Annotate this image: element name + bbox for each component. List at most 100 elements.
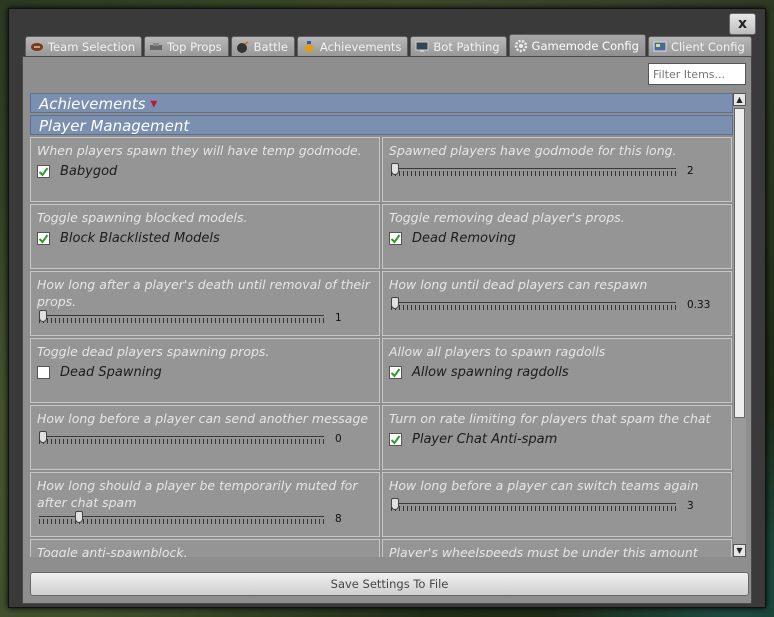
setting-description: How long before a player can send anothe… [37,411,369,426]
setting-description: How long should a player be temporarily … [37,478,358,510]
setting-cell: How long before a player can send anothe… [30,405,380,470]
checkbox-label: Dead Removing [412,231,516,246]
car-icon [149,41,163,53]
section-header-player-management[interactable]: Player Management [30,115,733,135]
setting-cell: Toggle dead players spawning props. Dead … [30,338,380,403]
slider-value: 0.33 [687,299,711,311]
tab-top-props[interactable]: Top Props [144,36,229,56]
gear-icon [514,39,528,52]
vertical-scrollbar[interactable]: ▲ ▼ [733,93,746,557]
checkbox-row[interactable]: Dead Removing [389,231,725,246]
football-icon [30,41,44,53]
slider-row: 3 [389,498,725,512]
tab-team-selection[interactable]: Team Selection [25,36,143,56]
tab-client-config[interactable]: Client Config [647,36,752,56]
setting-cell: How long after a player's death until re… [30,271,380,336]
setting-cell: Toggle spawning blocked models. Block Bla… [30,204,380,269]
settings-list: Achievements ▼ Player Management When pl… [30,93,733,557]
slider-knob[interactable] [391,163,399,175]
checkbox-row[interactable]: Player Chat Anti-spam [389,432,725,447]
tab-bot-pathing[interactable]: Bot Pathing [410,36,507,56]
client-icon [653,41,667,53]
scroll-thumb[interactable] [734,108,745,418]
setting-cell: How long before a player can switch team… [382,472,732,537]
checkbox-row[interactable]: Dead Spawning [37,365,373,380]
slider-track [391,168,676,169]
checkmark-icon [38,167,49,177]
tab-label: Top Props [167,39,222,54]
slider-ticks [391,506,676,511]
checkbox-row[interactable]: Block Blacklisted Models [37,231,373,246]
checkbox[interactable] [37,165,50,178]
collapse-arrow-icon: ▼ [150,99,158,110]
slider-track [391,302,676,303]
checkbox-label: Block Blacklisted Models [60,231,220,246]
checkbox-row[interactable]: Allow spawning ragdolls [389,365,725,380]
filter-items-input[interactable] [648,63,746,85]
monitor-icon [415,41,429,53]
setting-cell: Toggle anti-spawnblock. [30,539,380,557]
tab-label: Gamemode Config [531,38,639,53]
checkmark-icon [38,234,49,244]
slider-value: 1 [335,312,342,324]
slider-row: 2 [389,163,725,177]
setting-cell: Player's wheelspeeds must be under this … [382,539,732,557]
checkbox[interactable] [389,433,402,446]
checkbox-label: Dead Spawning [60,365,162,380]
slider-value: 0 [335,433,342,445]
slider[interactable] [39,431,324,445]
save-settings-button[interactable]: Save Settings To File [30,572,749,596]
setting-description: When players spawn they will have temp g… [37,143,362,158]
slider-track [391,503,676,504]
setting-description: Allow all players to spawn ragdolls [389,344,606,359]
setting-cell: Turn on rate limiting for players that s… [382,405,732,470]
setting-description: Toggle dead players spawning props. [37,344,270,359]
slider[interactable] [39,511,324,525]
setting-cell: Spawned players have godmode for this lo… [382,137,732,202]
setting-description: Spawned players have godmode for this lo… [389,143,677,158]
checkbox[interactable] [37,366,50,379]
setting-description: Turn on rate limiting for players that s… [389,411,711,426]
slider-knob[interactable] [391,297,399,309]
checkmark-icon [390,435,401,445]
checkmark-icon [390,368,401,378]
checkbox-row[interactable]: Babygod [37,164,373,179]
tab-achievements[interactable]: Achievements [296,36,409,56]
scroll-up-arrow-icon[interactable]: ▲ [733,93,746,106]
slider-row: 1 [37,310,373,324]
section-header-achievements[interactable]: Achievements ▼ [30,93,733,113]
tab-gamemode-config[interactable]: Gamemode Config [508,34,646,56]
checkbox[interactable] [37,232,50,245]
setting-cell: When players spawn they will have temp g… [30,137,380,202]
settings-grid: When players spawn they will have temp g… [30,137,733,557]
slider-knob[interactable] [39,431,47,443]
tab-battle[interactable]: Battle [230,36,295,56]
setting-cell: How long until dead players can respawn 0… [382,271,732,336]
checkbox-label: Allow spawning ragdolls [412,365,569,380]
slider-knob[interactable] [75,511,83,523]
slider-track [39,315,324,316]
close-button[interactable]: x [729,13,756,35]
checkbox[interactable] [389,232,402,245]
section-title: Player Management [39,117,190,135]
setting-description: How long until dead players can respawn [389,277,648,292]
slider-knob[interactable] [391,498,399,510]
section-title: Achievements [39,95,146,113]
slider-knob[interactable] [39,310,47,322]
slider[interactable] [391,163,676,177]
checkbox[interactable] [389,366,402,379]
setting-description: Toggle spawning blocked models. [37,210,248,225]
slider-value: 8 [335,513,342,525]
tab-label: Team Selection [48,39,136,54]
tab-label: Bot Pathing [433,39,500,54]
checkbox-label: Player Chat Anti-spam [412,432,558,447]
tab-label: Client Config [670,39,745,54]
slider[interactable] [391,297,676,311]
slider[interactable] [39,310,324,324]
slider-value: 2 [687,165,694,177]
medal-icon [302,40,316,53]
scroll-down-arrow-icon[interactable]: ▼ [733,544,746,557]
slider-row: 0 [37,431,373,445]
setting-description: Player's wheelspeeds must be under this … [389,545,698,557]
slider[interactable] [391,498,676,512]
